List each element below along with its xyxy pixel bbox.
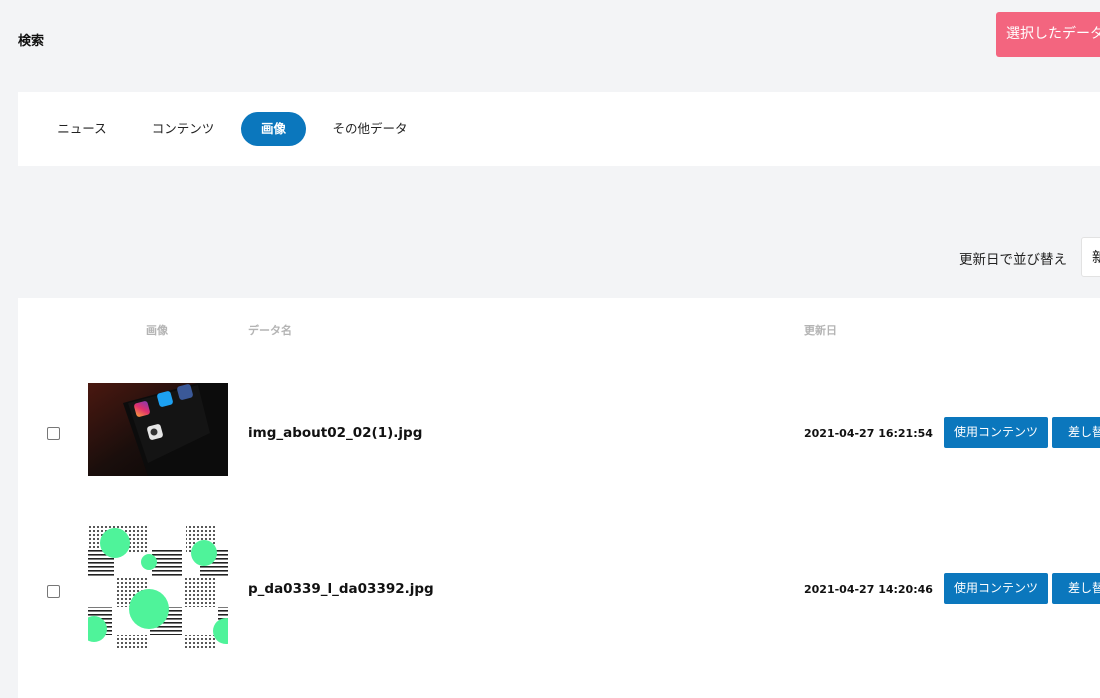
- sort-select[interactable]: 新しい順: [1081, 237, 1100, 277]
- usage-contents-button[interactable]: 使用コンテンツ: [944, 417, 1048, 448]
- sort-label: 更新日で並び替え: [959, 252, 1067, 268]
- column-header-image: 画像: [146, 324, 168, 337]
- column-header-updated: 更新日: [804, 324, 837, 337]
- page-title: 検索: [18, 34, 45, 49]
- usage-contents-button[interactable]: 使用コンテンツ: [944, 573, 1048, 604]
- file-name[interactable]: img_about02_02(1).jpg: [248, 425, 422, 441]
- column-header-name: データ名: [248, 324, 292, 337]
- data-table: 画像 データ名 更新日 img_about02_02(1).jpg 2021-0…: [18, 298, 1100, 698]
- tab-images[interactable]: 画像: [241, 112, 306, 146]
- thumbnail-image: [88, 383, 228, 476]
- row-checkbox[interactable]: [47, 585, 60, 598]
- tab-contents[interactable]: コンテンツ: [142, 112, 224, 146]
- file-name[interactable]: p_da0339_l_da03392.jpg: [248, 581, 434, 597]
- row-checkbox[interactable]: [47, 427, 60, 440]
- table-row: img_about02_02(1).jpg 2021-04-27 16:21:5…: [18, 383, 1100, 476]
- table-row: p_da0339_l_da03392.jpg 2021-04-27 14:20:…: [18, 525, 1100, 648]
- replace-button[interactable]: 差し替え: [1052, 573, 1100, 604]
- replace-button[interactable]: 差し替え: [1052, 417, 1100, 448]
- thumbnail-image: [88, 525, 228, 648]
- tab-other-data[interactable]: その他データ: [326, 112, 414, 146]
- tabs-card: ニュース コンテンツ 画像 その他データ: [18, 92, 1100, 166]
- tab-news[interactable]: ニュース: [40, 112, 124, 146]
- delete-selected-button[interactable]: 選択したデータを削除: [996, 12, 1100, 57]
- updated-date: 2021-04-27 16:21:54: [804, 427, 933, 440]
- updated-date: 2021-04-27 14:20:46: [804, 583, 933, 596]
